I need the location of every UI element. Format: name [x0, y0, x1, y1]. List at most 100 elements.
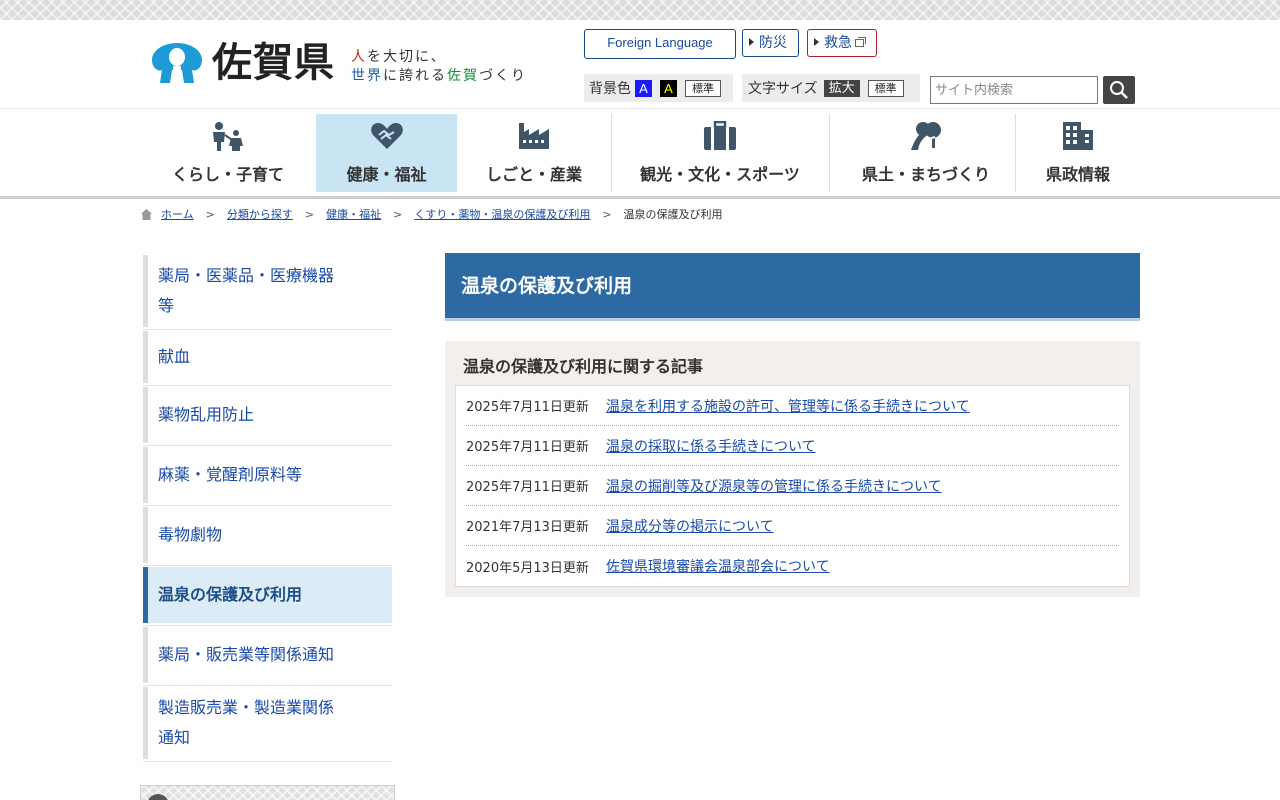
external-link-icon	[855, 37, 866, 47]
sidebar-item-mayaku[interactable]: 麻薬・覚醒剤原料等	[143, 447, 392, 506]
sidebar-item-label: 薬物乱用防止	[158, 405, 255, 424]
building-icon	[1063, 122, 1093, 150]
nav-label: 県土・まちづくり	[861, 165, 990, 184]
tagline-segment: づくり	[479, 68, 527, 84]
sidebar-item-label: 薬局・医薬品・医療機器等	[158, 266, 335, 315]
sidebar-nav: 薬局・医薬品・医療機器等 献血 薬物乱用防止 麻薬・覚醒剤原料等 毒物劇物 温泉…	[143, 255, 392, 763]
nav-item-kensei[interactable]: 県政情報	[1030, 114, 1126, 192]
nav-label: 健康・福祉	[346, 165, 427, 184]
tagline: 人を大切に、 世界に誇れる佐賀づくり	[351, 48, 527, 86]
saga-logo-icon	[152, 43, 202, 83]
list-item: 2025年7月11日更新 温泉の採取に係る手続きについて	[466, 426, 1119, 466]
nav-divider	[1015, 114, 1016, 192]
list-item: 2025年7月11日更新 温泉の掘削等及び源泉等の管理に係る手続きについて	[466, 466, 1119, 506]
article-link[interactable]: 温泉成分等の掲示について	[606, 516, 774, 536]
sidebar-item-label: 製造販売業・製造業関係 通知	[158, 698, 335, 747]
kyukyu-button[interactable]: 救急	[807, 29, 877, 57]
tagline-segment: 人	[351, 49, 367, 65]
global-nav: くらし・子育て 健康・福祉 しごと・産業 観光・文化・スポーツ 県土・まちづくり…	[140, 114, 1140, 192]
breadcrumb-current: 温泉の保護及び利用	[623, 208, 723, 221]
breadcrumb-bunrui[interactable]: 分類から探す	[227, 206, 293, 222]
page-title: 温泉の保護及び利用	[445, 253, 1140, 321]
logo-text: 佐賀県	[212, 40, 335, 86]
breadcrumb-home[interactable]: ホーム	[161, 206, 194, 222]
nav-item-kurashi[interactable]: くらし・子育て	[158, 114, 298, 192]
sidebar-item-kenketsu[interactable]: 献血	[143, 331, 392, 386]
sidebar-item-label: 麻薬・覚醒剤原料等	[158, 465, 303, 484]
breadcrumb-separator: >	[602, 207, 612, 221]
kyukyu-label: 救急	[824, 35, 852, 51]
bousai-label: 防災	[759, 35, 787, 51]
breadcrumb-kusuri[interactable]: くすり・薬物・温泉の保護及び利用	[414, 206, 590, 222]
tagline-segment: 世界	[351, 68, 383, 84]
list-item: 2020年5月13日更新 佐賀県環境審議会温泉部会について	[466, 546, 1119, 586]
nav-label: 県政情報	[1045, 165, 1110, 184]
nav-bottom-divider	[0, 196, 1280, 199]
nav-top-divider	[0, 108, 1280, 109]
breadcrumb-separator: >	[393, 207, 403, 221]
article-date: 2025年7月11日更新	[466, 480, 589, 495]
nav-item-kenko[interactable]: 健康・福祉	[316, 114, 457, 192]
bousai-button[interactable]: 防災	[742, 29, 799, 57]
foreign-language-button[interactable]: Foreign Language	[584, 29, 736, 59]
article-date: 2021年7月13日更新	[466, 520, 589, 535]
article-date: 2025年7月11日更新	[466, 400, 589, 415]
list-item: 2021年7月13日更新 温泉成分等の掲示について	[466, 506, 1119, 546]
sidebar-item-label: 温泉の保護及び利用	[158, 585, 303, 604]
search-button[interactable]	[1103, 76, 1135, 104]
font-standard-button[interactable]: 標準	[867, 79, 904, 97]
article-date: 2020年5月13日更新	[466, 560, 589, 576]
tagline-segment: に誇れる	[383, 68, 447, 84]
bg-blue-button[interactable]: A	[635, 79, 652, 97]
sidebar-item-label: 薬局・販売業等関係通知	[158, 645, 335, 664]
breadcrumb-separator: >	[304, 207, 315, 221]
sidebar-item-yakubutsu[interactable]: 薬物乱用防止	[143, 387, 392, 446]
road-tree-icon	[911, 122, 941, 151]
sidebar-item-label: 献血	[158, 347, 191, 366]
nav-item-shigoto[interactable]: しごと・産業	[464, 114, 604, 192]
article-link[interactable]: 温泉を利用する施設の許可、管理等に係る手続きについて	[606, 396, 970, 416]
nav-divider	[611, 114, 612, 192]
sidebar-item-seizo[interactable]: 製造販売業・製造業関係 通知	[143, 687, 392, 762]
nav-label: 観光・文化・スポーツ	[640, 165, 800, 184]
background-color-switcher: 背景色 A A 標準	[584, 74, 733, 102]
nav-label: しごと・産業	[485, 165, 582, 184]
family-icon	[213, 122, 243, 151]
tagline-segment: 佐賀	[447, 68, 479, 84]
site-search-input[interactable]	[930, 76, 1098, 104]
article-link[interactable]: 温泉の採取に係る手続きについて	[606, 436, 816, 456]
sidebar-item-onsen[interactable]: 温泉の保護及び利用	[143, 567, 392, 626]
site-logo[interactable]: 佐賀県	[150, 40, 335, 86]
article-link[interactable]: 佐賀県環境審議会温泉部会について	[606, 556, 830, 576]
sidebar-item-label: 毒物劇物	[158, 525, 223, 544]
article-link[interactable]: 温泉の掘削等及び源泉等の管理に係る手続きについて	[606, 476, 942, 496]
font-size-switcher: 文字サイズ 拡大 標準	[742, 74, 920, 102]
heart-hands-icon	[370, 123, 403, 149]
breadcrumb: ホーム > 分類から探す > 健康・福祉 > くすり・薬物・温泉の保護及び利用 …	[140, 206, 723, 222]
factory-icon	[519, 123, 549, 149]
bg-standard-button[interactable]: 標準	[685, 79, 721, 97]
suitcase-icon	[704, 121, 736, 150]
tagline-segment: を大切に、	[367, 49, 447, 65]
sidebar-item-yakkyoku[interactable]: 薬局・医薬品・医療機器等	[143, 255, 392, 330]
sidebar-item-tsuchi[interactable]: 薬局・販売業等関係通知	[143, 627, 392, 686]
triangle-right-icon	[749, 38, 754, 46]
articles-heading: 温泉の保護及び利用に関する記事	[463, 357, 704, 376]
font-enlarge-button[interactable]: 拡大	[823, 79, 860, 97]
circle-icon	[147, 794, 169, 800]
nav-divider	[829, 114, 830, 192]
articles-section: 温泉の保護及び利用に関する記事 2025年7月11日更新 温泉を利用する施設の許…	[445, 341, 1140, 597]
top-pattern-band	[0, 0, 1280, 20]
breadcrumb-kenko[interactable]: 健康・福祉	[326, 206, 381, 222]
articles-list: 2025年7月11日更新 温泉を利用する施設の許可、管理等に係る手続きについて …	[455, 385, 1130, 587]
triangle-right-icon	[814, 38, 819, 46]
search-icon	[1110, 81, 1128, 99]
sidebar-item-dokubutsu[interactable]: 毒物劇物	[143, 507, 392, 566]
sidebar-bottom-panel	[140, 785, 395, 800]
nav-item-kanko[interactable]: 観光・文化・スポーツ	[630, 114, 810, 192]
bg-color-label: 背景色	[589, 81, 631, 97]
home-icon	[141, 208, 152, 220]
list-item: 2025年7月11日更新 温泉を利用する施設の許可、管理等に係る手続きについて	[466, 386, 1119, 426]
nav-item-kendo[interactable]: 県土・まちづくり	[846, 114, 1006, 192]
bg-black-button[interactable]: A	[660, 79, 677, 97]
